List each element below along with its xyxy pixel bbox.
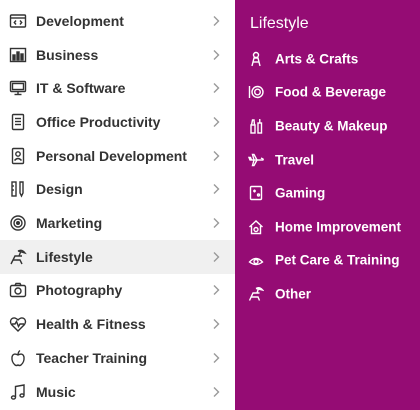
gamepad-icon	[248, 185, 264, 201]
chevron-right-icon	[211, 318, 221, 330]
category-label: Marketing	[36, 215, 103, 232]
chevron-right-icon	[211, 15, 221, 27]
category-menu: Development Business IT & Software Offic…	[0, 0, 420, 410]
submenu-item-arts-crafts[interactable]: Arts & Crafts	[235, 42, 420, 76]
chevron-right-icon	[211, 183, 221, 195]
category-item-personal-development[interactable]: Personal Development	[0, 139, 235, 173]
chevron-right-icon	[211, 386, 221, 398]
category-label: Health & Fitness	[36, 316, 146, 333]
submenu-item-pet-care-training[interactable]: Pet Care & Training	[235, 244, 420, 278]
document-icon	[9, 113, 27, 131]
submenu-item-beauty-makeup[interactable]: Beauty & Makeup	[235, 109, 420, 143]
category-item-it-software[interactable]: IT & Software	[0, 71, 235, 105]
submenu-label: Food & Beverage	[275, 84, 387, 100]
music-note-icon	[9, 383, 27, 401]
category-item-design[interactable]: Design	[0, 173, 235, 207]
category-label: Photography	[36, 282, 123, 299]
category-label: Development	[36, 12, 124, 29]
beach-chair-icon	[248, 286, 264, 302]
submenu-label: Travel	[275, 152, 315, 168]
apple-icon	[9, 349, 27, 367]
chevron-right-icon	[211, 116, 221, 128]
submenu-title: Lifestyle	[250, 15, 309, 32]
paw-icon	[248, 252, 264, 268]
lifestyle-submenu: Lifestyle Arts & Crafts Food & Beverage …	[235, 0, 420, 410]
camera-icon	[9, 281, 27, 299]
bar-chart-icon	[9, 46, 27, 64]
category-item-teacher-training[interactable]: Teacher Training	[0, 341, 235, 375]
category-item-photography[interactable]: Photography	[0, 274, 235, 308]
submenu-item-home-improvement[interactable]: Home Improvement	[235, 210, 420, 244]
category-label: Personal Development	[36, 147, 187, 164]
chevron-right-icon	[211, 352, 221, 364]
chevron-right-icon	[211, 150, 221, 162]
category-item-health-fitness[interactable]: Health & Fitness	[0, 307, 235, 341]
submenu-item-travel[interactable]: Travel	[235, 143, 420, 177]
category-item-development[interactable]: Development	[0, 4, 235, 38]
submenu-item-food-beverage[interactable]: Food & Beverage	[235, 76, 420, 110]
chevron-right-icon	[211, 49, 221, 61]
category-label: Teacher Training	[36, 349, 147, 366]
submenu-label: Arts & Crafts	[275, 51, 359, 67]
home-icon	[248, 219, 264, 235]
submenu-item-gaming[interactable]: Gaming	[235, 176, 420, 210]
category-item-office-productivity[interactable]: Office Productivity	[0, 105, 235, 139]
chevron-right-icon	[211, 82, 221, 94]
beach-chair-icon	[9, 248, 27, 266]
pen-ruler-icon	[9, 180, 27, 198]
chevron-right-icon	[211, 217, 221, 229]
submenu-label: Gaming	[275, 185, 326, 201]
category-item-marketing[interactable]: Marketing	[0, 206, 235, 240]
target-icon	[9, 214, 27, 232]
category-list: Development Business IT & Software Offic…	[0, 0, 235, 410]
plate-icon	[248, 84, 264, 100]
heartbeat-icon	[9, 315, 27, 333]
category-label: Music	[36, 383, 76, 400]
category-label: Lifestyle	[36, 248, 93, 265]
monitor-icon	[9, 79, 27, 97]
submenu-label: Other	[275, 286, 312, 302]
category-item-business[interactable]: Business	[0, 38, 235, 72]
submenu-item-other[interactable]: Other	[235, 277, 420, 311]
crafts-icon	[248, 51, 264, 67]
category-label: Business	[36, 46, 99, 63]
code-window-icon	[9, 12, 27, 30]
category-item-music[interactable]: Music	[0, 375, 235, 409]
submenu-label: Pet Care & Training	[275, 252, 400, 268]
chevron-right-icon	[211, 251, 221, 263]
person-badge-icon	[9, 147, 27, 165]
airplane-icon	[248, 152, 264, 168]
category-label: Design	[36, 181, 83, 198]
makeup-icon	[248, 118, 264, 134]
category-label: Office Productivity	[36, 113, 161, 130]
submenu-label: Home Improvement	[275, 219, 402, 235]
category-label: IT & Software	[36, 80, 126, 97]
category-item-lifestyle[interactable]: Lifestyle	[0, 239, 235, 274]
chevron-right-icon	[211, 284, 221, 296]
submenu-label: Beauty & Makeup	[275, 118, 388, 134]
